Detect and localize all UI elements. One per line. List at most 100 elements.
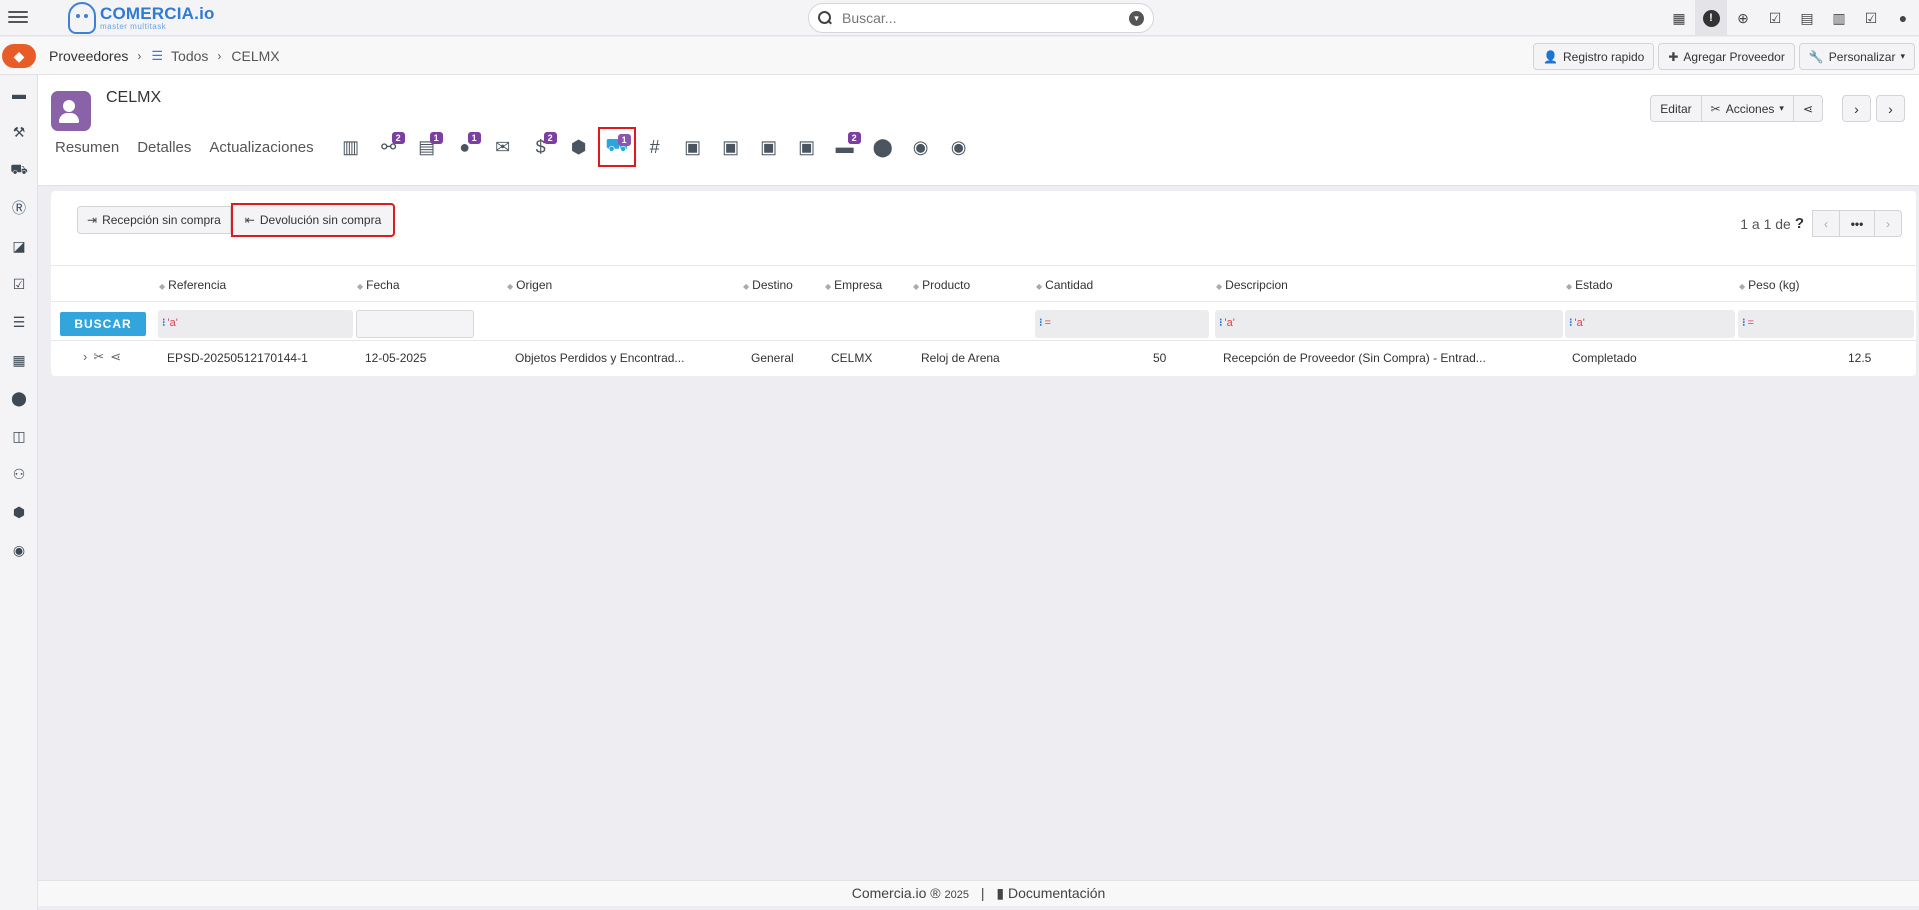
share-button[interactable]: ⋖ [1792, 95, 1823, 122]
acciones-button[interactable]: ✂ Acciones ▾ [1700, 95, 1794, 122]
checkbox-icon[interactable]: ☑ [1855, 0, 1887, 36]
tab-actualizaciones[interactable]: Actualizaciones [209, 139, 313, 156]
cell-referencia[interactable]: EPSD-20250512170144-1 [167, 351, 308, 365]
list-icon: ☰ [151, 48, 164, 63]
calculator-icon[interactable]: ▦ [0, 341, 38, 379]
users-icon[interactable]: ⚇ [0, 455, 38, 493]
doc-t-icon[interactable]: ▣ [788, 127, 826, 167]
filter-estado[interactable]: ⁝'a' [1565, 310, 1735, 338]
hammer-icon[interactable]: ⚒ [0, 113, 38, 151]
footer-brand: Comercia.io ® [851, 885, 941, 901]
top-bar: COMERCIA.io master multitask ▾ ▦ ! ⊕ ☑ ▤… [0, 0, 1919, 36]
help-icon[interactable]: ? [1795, 215, 1804, 232]
tags-icon[interactable]: ◪ [0, 227, 38, 265]
expand-icon[interactable]: › [83, 349, 87, 365]
recepcion-sin-compra-button[interactable]: ⇥ Recepción sin compra [77, 206, 231, 234]
money-hand-icon[interactable]: $2 [522, 127, 560, 167]
agregar-proveedor-button[interactable]: ✚ Agregar Proveedor [1658, 43, 1795, 70]
sign-in-icon: ⇥ [87, 213, 98, 227]
user-plus-icon: 👤 [1543, 49, 1558, 64]
breadcrumb-list[interactable]: Todos [171, 48, 208, 64]
buscar-button[interactable]: BUSCAR [60, 312, 146, 336]
cell-empresa: CELMX [831, 351, 873, 365]
r-circle-icon[interactable]: Ⓡ [0, 189, 38, 227]
page-more-button[interactable]: ••• [1839, 210, 1875, 237]
devolucion-sin-compra-button[interactable]: ⇤ Devolución sin compra [230, 203, 396, 237]
col-producto[interactable]: ◆ Producto [913, 278, 970, 292]
user-icon[interactable]: ● [1887, 0, 1919, 36]
checkbox-icon[interactable]: ☑ [0, 265, 38, 303]
purchase-order-icon[interactable]: ▤ 1 [408, 127, 446, 167]
share-icon: ⋖ [1802, 101, 1813, 116]
handshake-icon[interactable]: ⚯ 2 [370, 127, 408, 167]
doc-p-icon[interactable]: ▣ [750, 127, 788, 167]
col-fecha[interactable]: ◆ Fecha [357, 278, 400, 292]
tab-bar: Resumen Detalles Actualizaciones ▥ ⚯ 2 ▤ 1… [55, 127, 978, 167]
tools-icon[interactable]: ✂ [93, 349, 104, 365]
page-next-button[interactable]: › [1874, 210, 1902, 237]
pager-text: 1 a 1 de [1740, 215, 1791, 232]
registro-rapido-label: Registro rapido [1562, 49, 1645, 64]
calendar-icon[interactable]: ▤ [1791, 0, 1823, 36]
tab-detalles[interactable]: Detalles [137, 139, 191, 156]
bar-chart-icon[interactable]: ▥ [1823, 0, 1855, 36]
breadcrumb-root[interactable]: Proveedores [49, 48, 128, 64]
bar-chart-icon[interactable]: ▥ [332, 127, 370, 167]
col-peso[interactable]: ◆ Peso (kg) [1739, 278, 1800, 292]
alert-icon[interactable]: ! [1695, 0, 1727, 36]
cart-icon[interactable]: ⛟ [0, 151, 38, 189]
filter-descripcion[interactable]: ⁝'a' [1215, 310, 1563, 338]
menu-icon[interactable] [8, 8, 28, 26]
tab-badge: 1 [617, 134, 631, 146]
tab-resumen[interactable]: Resumen [55, 139, 119, 156]
tags-module-icon[interactable]: ◆ [2, 44, 36, 68]
col-referencia[interactable]: ◆ Referencia [159, 278, 226, 292]
boxes-icon[interactable]: ▬ [0, 75, 38, 113]
search-input[interactable] [842, 10, 1129, 26]
breadcrumb-bar: ◆ Proveedores › ☰ Todos › CELMX 👤 Registr… [0, 37, 1919, 75]
cube-icon[interactable]: ⬢ [0, 493, 38, 531]
contact-icon[interactable]: ● 1 [446, 127, 484, 167]
col-descripcion[interactable]: ◆ Descripcion [1216, 278, 1288, 292]
map-pin-icon[interactable]: ⬤ [864, 127, 902, 167]
hashtag-icon[interactable]: # [636, 127, 674, 167]
comments-icon[interactable]: ◉ [902, 127, 940, 167]
col-estado[interactable]: ◆ Estado [1566, 278, 1613, 292]
envelope-icon[interactable]: ✉ [484, 127, 522, 167]
table-row[interactable]: › ✂ ⋖ EPSD-20250512170144-1 12-05-2025 O… [51, 340, 1916, 372]
invoice-f-icon[interactable]: ▣ [674, 127, 712, 167]
cash-register-icon[interactable]: ▦ [1663, 0, 1695, 36]
col-origen[interactable]: ◆ Origen [507, 278, 552, 292]
list-icon[interactable]: ☰ [0, 303, 38, 341]
cart-return-icon[interactable]: ⛟ 1 [597, 127, 636, 167]
personalizar-button[interactable]: 🔧 Personalizar ▾ [1798, 43, 1915, 70]
box-open-icon[interactable]: ⬢ [560, 127, 598, 167]
editar-button[interactable]: Editar [1650, 95, 1702, 122]
filter-peso[interactable]: ⁝ = [1738, 310, 1914, 338]
col-destino[interactable]: ◆ Destino [743, 278, 793, 292]
add-circle-icon[interactable]: ⊕ [1727, 0, 1759, 36]
footer-doc-link[interactable]: Documentación [1008, 885, 1105, 901]
share-icon[interactable]: ⋖ [110, 349, 121, 365]
filter-row: BUSCAR ⁝'a' ⁝ = ⁝'a' ⁝'a' ⁝ = [51, 302, 1916, 340]
col-empresa[interactable]: ◆ Empresa [825, 278, 882, 292]
chevron-down-icon[interactable]: ▾ [1129, 10, 1144, 26]
prev-record-button[interactable]: › [1842, 95, 1871, 122]
comment-dots-icon[interactable]: ◉ [940, 127, 978, 167]
logo[interactable]: COMERCIA.io master multitask [68, 2, 215, 34]
registro-rapido-button[interactable]: 👤 Registro rapido [1533, 43, 1655, 70]
next-record-button[interactable]: › [1876, 95, 1905, 122]
cell-cantidad: 50 [1153, 351, 1167, 365]
filter-fecha[interactable] [356, 310, 474, 338]
tab-badge: 2 [391, 132, 405, 144]
page-prev-button[interactable]: ‹ [1812, 210, 1840, 237]
filter-referencia[interactable]: ⁝'a' [158, 310, 353, 338]
credit-note-icon[interactable]: ▣ [712, 127, 750, 167]
col-cantidad[interactable]: ◆ Cantidad [1036, 278, 1093, 292]
map-pin-icon[interactable]: ⬤ [0, 379, 38, 417]
calendar-check-icon[interactable]: ☑ [1759, 0, 1791, 36]
nodes-icon[interactable]: ◫ [0, 417, 38, 455]
credit-card-icon[interactable]: ▬ 2 [826, 127, 864, 167]
filter-cantidad[interactable]: ⁝ = [1035, 310, 1209, 338]
chat-icon[interactable]: ◉ [0, 531, 38, 569]
